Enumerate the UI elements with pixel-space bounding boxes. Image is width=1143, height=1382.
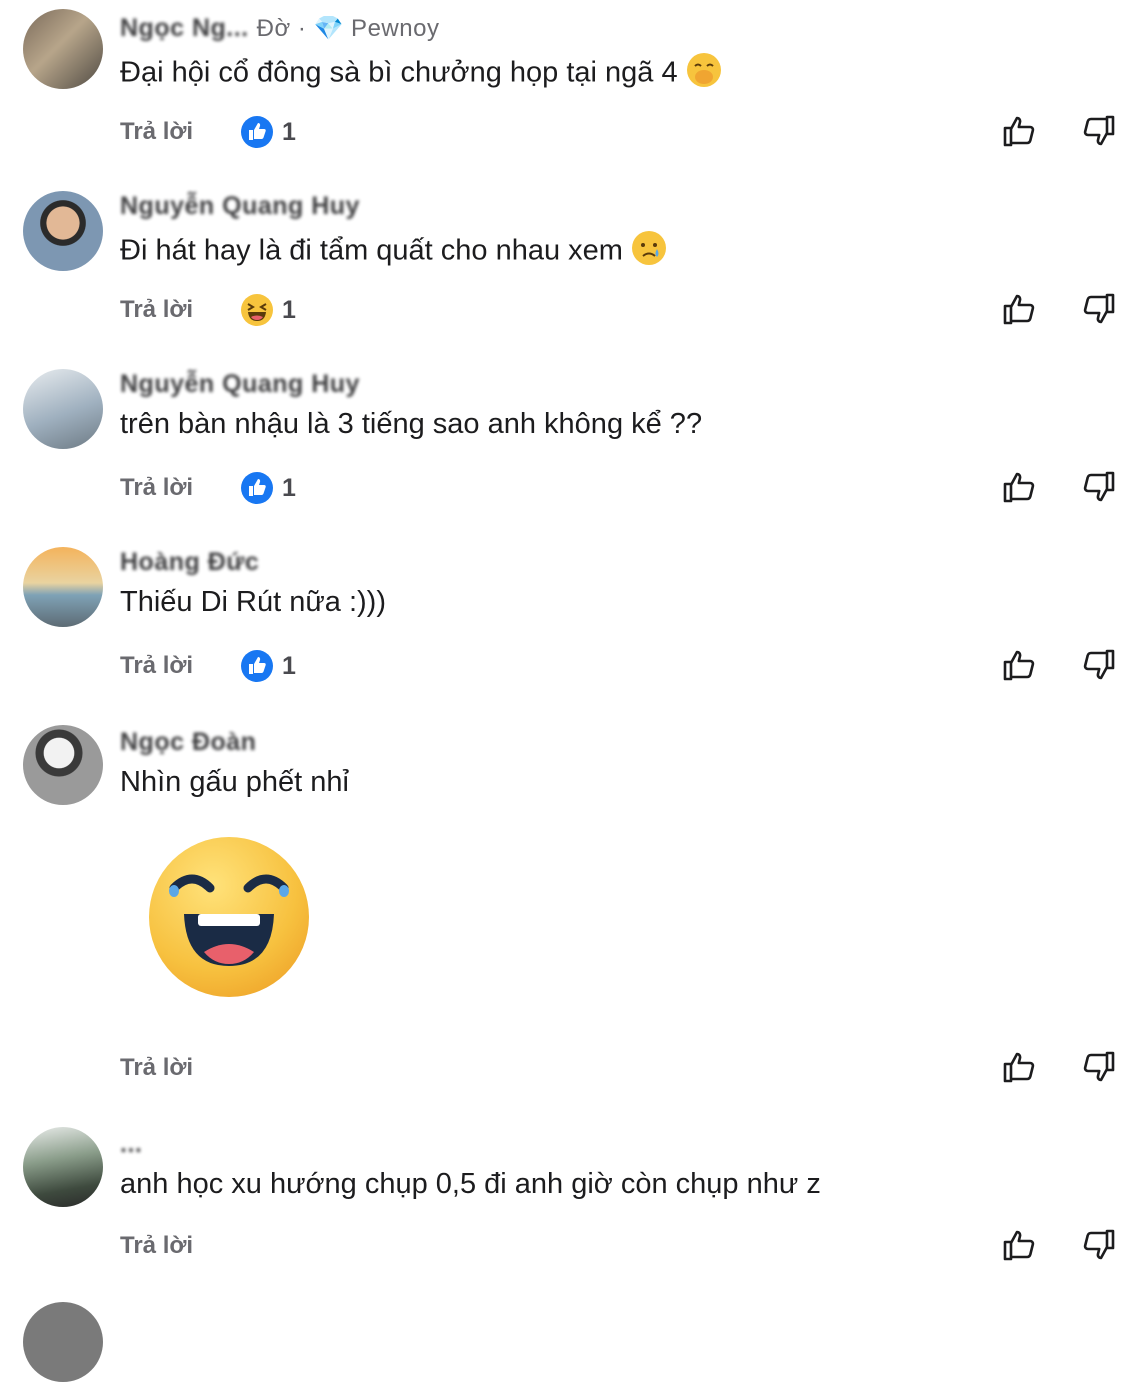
reaction-summary[interactable]: 1 [240, 115, 296, 149]
reaction-summary[interactable]: 1 [240, 293, 296, 327]
author-name[interactable]: Nguyễn Quang Huy [120, 370, 360, 398]
thumbs-down-icon[interactable] [1080, 468, 1118, 506]
avatar[interactable] [23, 1127, 103, 1207]
avatar[interactable] [23, 9, 103, 89]
avatar[interactable] [23, 369, 103, 449]
comment-text: Đại hội cổ đông sà bì chưởng họp tại ngã… [120, 56, 678, 89]
author-name[interactable]: Ngọc Đoàn [120, 728, 256, 756]
comment-author[interactable]: ... [120, 1130, 142, 1159]
comment-text: trên bàn nhậu là 3 tiếng sao anh không k… [120, 408, 703, 440]
reply-button[interactable]: Trả lời [120, 1054, 193, 1082]
like-reaction-icon [241, 650, 273, 682]
reply-button[interactable]: Trả lời [120, 118, 193, 146]
thumbs-up-icon[interactable] [1000, 112, 1038, 150]
thumbs-down-icon[interactable] [1080, 646, 1118, 684]
comment-text: Nhìn gấu phết nhỉ [120, 766, 349, 798]
thumbs-down-icon[interactable] [1080, 1048, 1118, 1086]
comment-author[interactable]: Nguyễn Quang Huy [120, 192, 360, 221]
author-name[interactable]: ... [120, 1130, 142, 1158]
thumbs-up-icon[interactable] [1000, 1048, 1038, 1086]
thumbs-down-icon[interactable] [1080, 290, 1118, 328]
thumbs-up-icon[interactable] [1000, 1226, 1038, 1264]
author-name[interactable]: Nguyễn Quang Huy [120, 192, 360, 220]
avatar[interactable] [23, 1302, 103, 1382]
comment-text-row: Đại hội cổ đông sà bì chưởng họp tại ngã… [120, 52, 722, 96]
like-reaction-icon [241, 116, 273, 148]
like-reaction-icon [241, 472, 273, 504]
reply-button[interactable]: Trả lời [120, 474, 193, 502]
author-name[interactable]: Ngọc Ng... [120, 14, 249, 42]
reaction-summary[interactable]: 1 [240, 471, 296, 505]
reply-button[interactable]: Trả lời [120, 652, 193, 680]
crying-face-icon [631, 230, 667, 274]
haha-reaction-icon [241, 294, 273, 326]
comment-author[interactable]: Hoàng Đức [120, 548, 259, 577]
comment-text: anh học xu hướng chụp 0,5 đi anh giờ còn… [120, 1168, 821, 1200]
face-with-hand-over-mouth-icon [686, 52, 722, 96]
reaction-count: 1 [282, 117, 296, 146]
author-meta: Đờ · 💎 Pewnoy [256, 15, 440, 42]
avatar[interactable] [23, 191, 103, 271]
reaction-count: 1 [282, 651, 296, 680]
comment-author[interactable]: Nguyễn Quang Huy [120, 370, 360, 399]
comment-author[interactable]: Ngọc Ng... Đờ · 💎 Pewnoy [120, 14, 439, 43]
comment-text: Đi hát hay là đi tẩm quất cho nhau xem [120, 234, 623, 267]
reply-button[interactable]: Trả lời [120, 296, 193, 324]
thumbs-down-icon[interactable] [1080, 112, 1118, 150]
avatar[interactable] [23, 725, 103, 805]
author-name[interactable]: Hoàng Đức [120, 548, 259, 576]
thumbs-up-icon[interactable] [1000, 468, 1038, 506]
thumbs-up-icon[interactable] [1000, 290, 1038, 328]
reaction-count: 1 [282, 473, 296, 502]
comment-text: Thiếu Di Rút nữa :))) [120, 586, 386, 618]
laughing-tears-emoji-icon[interactable] [148, 836, 310, 998]
reaction-count: 1 [282, 295, 296, 324]
thumbs-down-icon[interactable] [1080, 1226, 1118, 1264]
avatar[interactable] [23, 547, 103, 627]
comment-text-row: Đi hát hay là đi tẩm quất cho nhau xem [120, 230, 667, 274]
reply-button[interactable]: Trả lời [120, 1232, 193, 1260]
reaction-summary[interactable]: 1 [240, 649, 296, 683]
comment-author[interactable]: Ngọc Đoàn [120, 728, 256, 757]
thumbs-up-icon[interactable] [1000, 646, 1038, 684]
